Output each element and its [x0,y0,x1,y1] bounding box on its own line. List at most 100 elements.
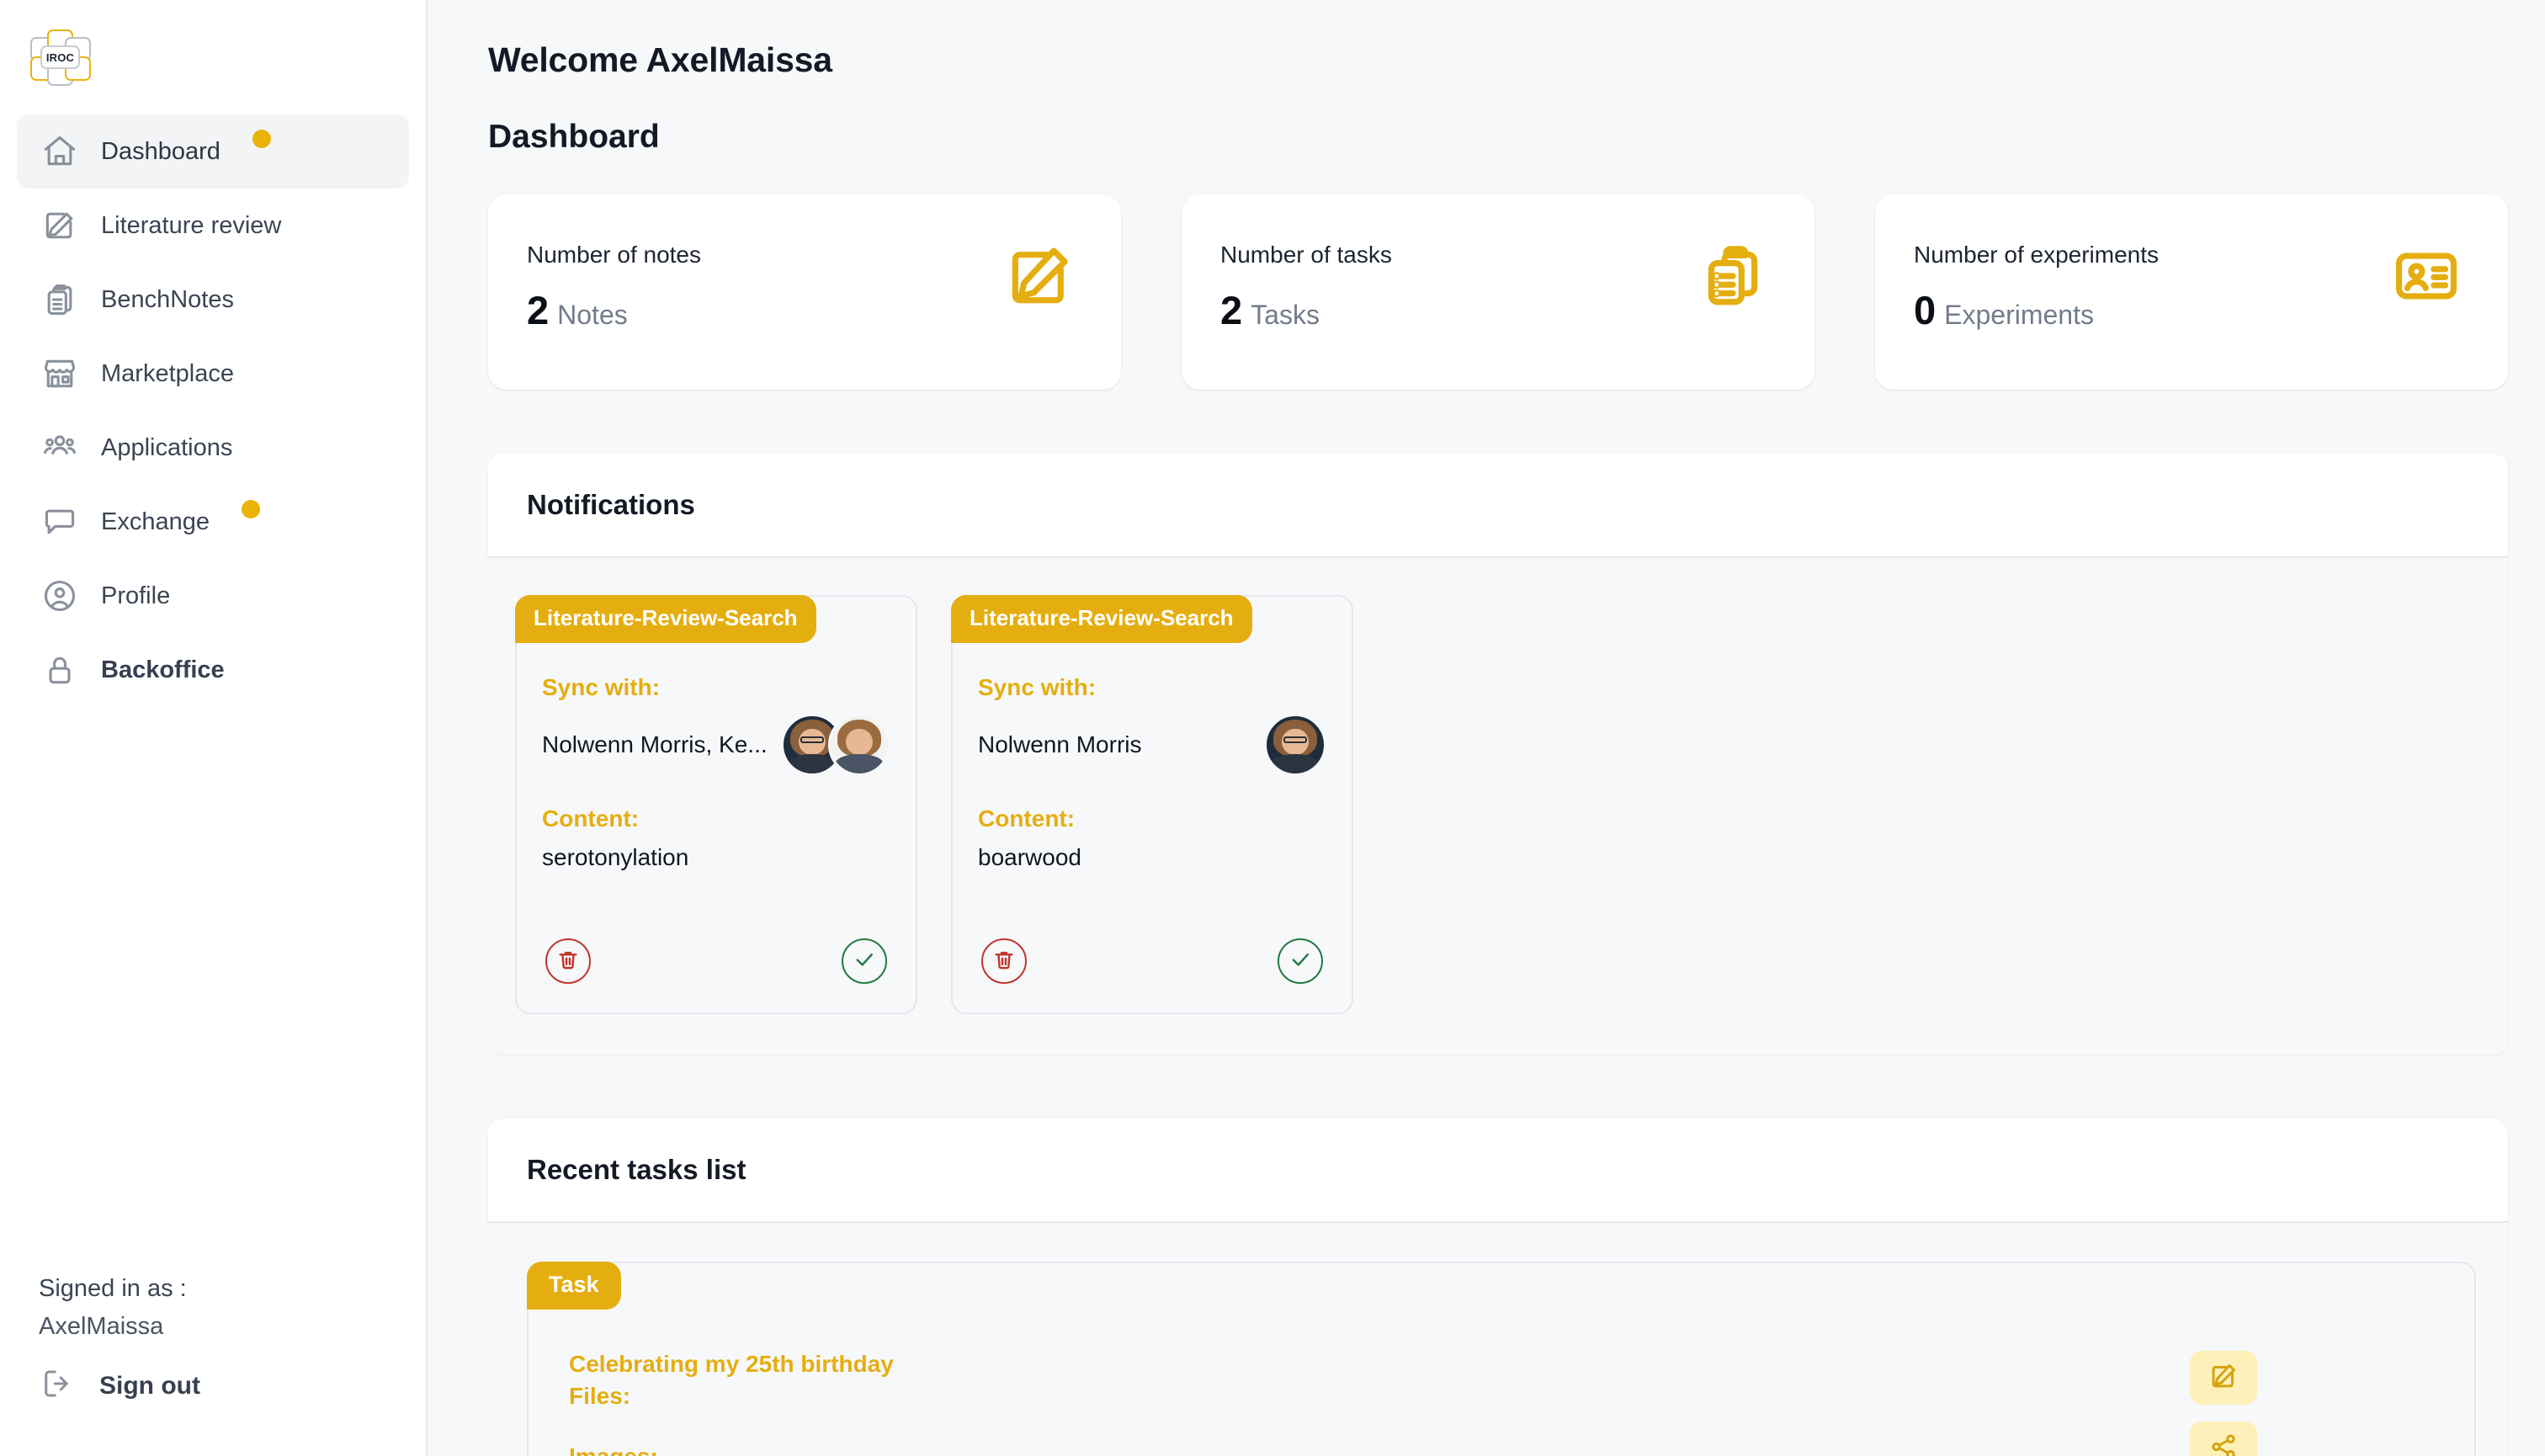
user-circle-icon [40,577,79,615]
notification-tag: Literature-Review-Search [951,595,1252,643]
sidebar-item-label: Dashboard [101,137,220,165]
stat-card-value-row: 2 Tasks [1220,290,1392,331]
id-card-icon [2392,242,2461,390]
avatar-group [1264,714,1326,776]
stat-card-value: 2 [1220,288,1243,332]
task-actions [2190,1351,2257,1456]
content-label: Content: [542,805,640,832]
sidebar-item-profile[interactable]: Profile [17,559,409,633]
notification-actions [978,938,1326,984]
stat-card-title: Number of notes [527,242,701,268]
signed-in-username: AxelMaissa [39,1313,164,1340]
sidebar-nav: Dashboard Literature review BenchNotes M… [0,114,426,707]
stat-card-value-row: 0 Experiments [1914,290,2159,331]
pencil-square-icon [1005,242,1074,390]
sign-out-label: Sign out [99,1371,200,1400]
stat-card-title: Number of experiments [1914,242,2160,268]
task-card[interactable]: Task Celebrating my 25th birthday Files:… [527,1262,2476,1456]
check-icon [853,948,876,975]
content-value: serotonylation [542,844,689,870]
main-content: Welcome AxelMaissa Dashboard Number of n… [428,0,2545,1456]
avatar [1264,714,1326,776]
check-icon [1288,948,1312,975]
trash-icon [992,948,1016,975]
sidebar-item-backoffice[interactable]: Backoffice [17,633,409,707]
task-files-label: Files: [569,1383,631,1409]
avatar-group [781,714,890,776]
users-icon [40,428,79,467]
recent-tasks-header: Recent tasks list [488,1119,2508,1223]
logo-text: IROC [40,45,80,69]
sidebar-item-benchnotes[interactable]: BenchNotes [17,263,409,337]
signed-in-label: Signed in as : [39,1275,187,1302]
sync-with-value: Nolwenn Morris, Ke... [542,731,768,757]
recent-tasks-list: Task Celebrating my 25th birthday Files:… [488,1223,2508,1456]
notification-dot [252,130,271,148]
share-task-button[interactable] [2190,1421,2257,1456]
pencil-square-icon [40,206,79,245]
stat-card-text: Number of experiments 0 Experiments [1914,242,2159,390]
content-value: boarwood [978,844,1081,870]
sidebar-item-label: BenchNotes [101,285,234,313]
recent-tasks-panel: Recent tasks list Task Celebrating my 25… [488,1119,2508,1456]
sign-out-icon [39,1366,74,1406]
stat-card-experiments[interactable]: Number of experiments 0 Experiments [1875,194,2508,390]
iroc-logo-icon: IROC [30,29,93,86]
store-icon [40,354,79,393]
task-name: Celebrating my 25th birthday [569,1351,894,1377]
stat-card-tasks[interactable]: Number of tasks 2 Tasks [1182,194,1814,390]
notification-card[interactable]: Literature-Review-Search Sync with: Nolw… [515,595,917,1014]
app-root: IROC Dashboard Literature review BenchNo… [0,0,2545,1456]
sidebar-item-label: Literature review [101,211,282,239]
page-title: Dashboard [488,119,660,155]
sidebar-item-exchange[interactable]: Exchange [17,485,409,559]
sidebar-item-label: Applications [101,433,233,461]
share-icon [2209,1432,2238,1456]
recent-tasks-title: Recent tasks list [527,1154,746,1185]
lock-icon [40,651,79,689]
edit-task-button[interactable] [2190,1351,2257,1405]
welcome-heading: Welcome AxelMaissa [488,40,832,79]
accept-notification-button[interactable] [842,938,887,984]
stat-cards: Number of notes 2 Notes Number of tasks … [488,194,2508,390]
sync-with-row: Nolwenn Morris [978,713,1326,777]
sync-with-label: Sync with: [978,674,1097,700]
sidebar-item-label: Backoffice [101,656,225,683]
avatar [828,714,890,776]
app-logo[interactable]: IROC [0,0,426,114]
task-images-label: Images: [569,1443,894,1456]
delete-notification-button[interactable] [981,938,1027,984]
delete-notification-button[interactable] [545,938,591,984]
sidebar-item-applications[interactable]: Applications [17,411,409,485]
sidebar-item-label: Marketplace [101,359,234,387]
sidebar-footer: Signed in as : AxelMaissa Sign out [0,1277,426,1456]
notifications-title: Notifications [527,489,695,520]
stat-card-title: Number of tasks [1220,242,1392,268]
stat-card-value-row: 2 Notes [527,290,701,331]
accept-notification-button[interactable] [1278,938,1323,984]
trash-icon [556,948,580,975]
sync-with-row: Nolwenn Morris, Ke... [542,713,890,777]
home-icon [40,132,79,171]
notification-actions [542,938,890,984]
sync-with-label: Sync with: [542,674,661,700]
task-tag: Task [527,1262,621,1310]
notification-tag: Literature-Review-Search [515,595,816,643]
sidebar-item-label: Exchange [101,507,210,535]
stat-card-unit: Tasks [1251,300,1320,330]
sync-with-value: Nolwenn Morris [978,731,1142,757]
stat-card-notes[interactable]: Number of notes 2 Notes [488,194,1121,390]
notification-dot [242,500,260,518]
sidebar-item-marketplace[interactable]: Marketplace [17,337,409,411]
notification-card[interactable]: Literature-Review-Search Sync with: Nolw… [951,595,1353,1014]
task-details: Celebrating my 25th birthday Files: Imag… [569,1351,894,1456]
sign-out-button[interactable]: Sign out [39,1366,426,1406]
stat-card-text: Number of notes 2 Notes [527,242,701,390]
clipboard-list-icon [1698,242,1767,390]
sidebar-item-literature-review[interactable]: Literature review [17,189,409,263]
sidebar: IROC Dashboard Literature review BenchNo… [0,0,428,1456]
stat-card-unit: Notes [557,300,628,330]
sidebar-item-dashboard[interactable]: Dashboard [17,114,409,189]
clipboard-icon [40,280,79,319]
sidebar-item-label: Profile [101,582,171,609]
